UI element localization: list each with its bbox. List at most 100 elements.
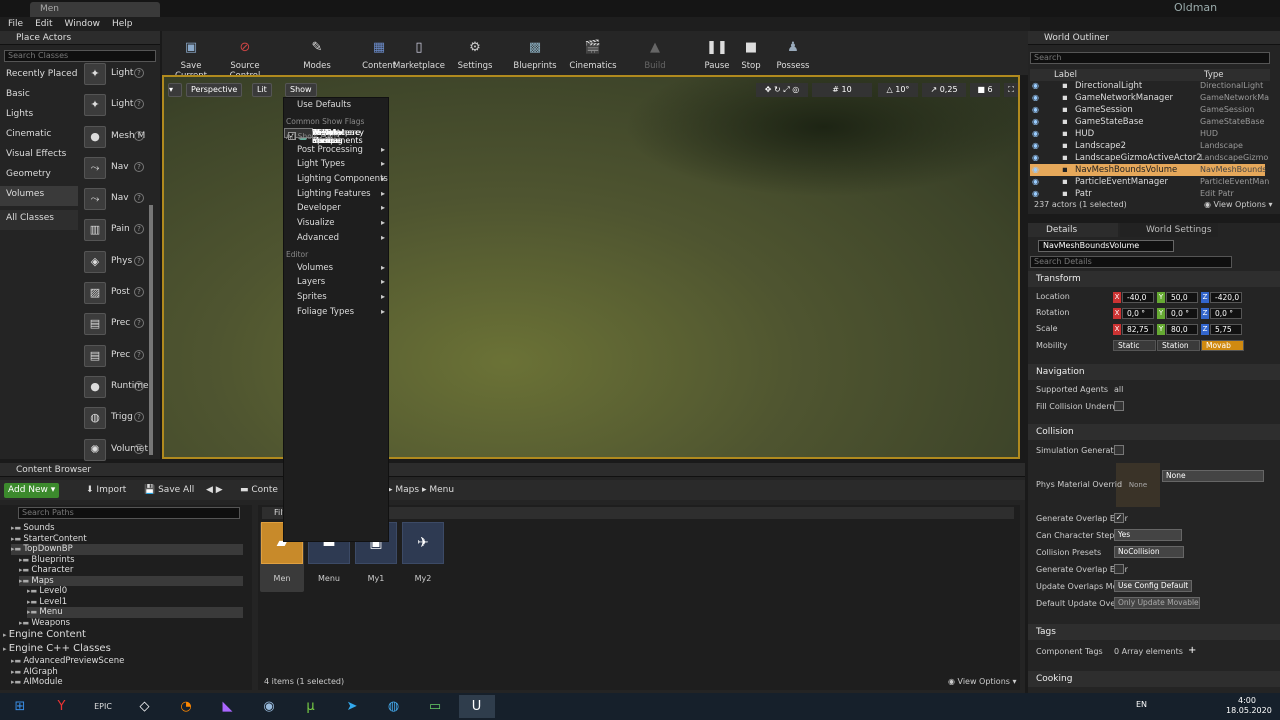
tree-folder[interactable]: ▸▬ Character <box>19 565 243 576</box>
submenu-post-processing[interactable]: Post Processing ▸ <box>284 143 388 158</box>
scl-y-field[interactable]: 80,0 <box>1166 324 1198 335</box>
epic-icon[interactable]: EPIC <box>85 695 121 718</box>
clock-time[interactable]: 4:00 <box>1238 696 1256 705</box>
phys-material-dropdown[interactable]: None <box>1162 470 1264 482</box>
help-icon[interactable]: ? <box>134 287 144 298</box>
tree-folder[interactable]: ▸▬ AdvancedPreviewScene <box>11 656 243 667</box>
outliner-row[interactable]: ◉ ▪ LandscapeGizmoActiveActor2 LandscapeGiz… <box>1030 152 1268 164</box>
visibility-eye-icon[interactable]: ◉ <box>1032 176 1039 188</box>
help-icon[interactable]: ? <box>134 255 144 266</box>
tab-details[interactable]: Details <box>1028 223 1118 237</box>
maximize-viewport-button[interactable]: ⛶ <box>1004 83 1018 97</box>
visibility-eye-icon[interactable]: ◉ <box>1032 140 1039 152</box>
help-icon[interactable]: ? <box>134 412 144 423</box>
unreal-icon[interactable]: U <box>458 695 495 718</box>
lit-button[interactable]: Lit <box>252 83 272 97</box>
actor-item[interactable]: ⤳ Nav? <box>80 183 152 214</box>
add-tag-icon[interactable]: + <box>1188 645 1196 656</box>
help-icon[interactable]: ? <box>134 130 144 141</box>
import-button[interactable]: ⬇ Import <box>82 483 130 498</box>
scale-snap[interactable]: ↗ 0,25 <box>922 83 966 97</box>
grid-size[interactable]: 10 <box>842 85 852 94</box>
actor-item[interactable]: ▤ Prec? <box>80 308 152 339</box>
actor-item[interactable]: ● Mesh M? <box>80 121 152 152</box>
submenu-developer[interactable]: Developer ▸ <box>284 201 388 216</box>
submenu-foliage-types[interactable]: Foliage Types ▸ <box>284 305 388 320</box>
help-icon[interactable]: ? <box>134 380 144 391</box>
generate-overlap-2-checkbox[interactable] <box>1114 564 1124 574</box>
outliner-row[interactable]: ◉ ▪ NavMeshBoundsVolume NavMeshBounds <box>1030 164 1266 176</box>
category-basic[interactable]: Basic <box>0 86 78 106</box>
section-cooking[interactable]: Cooking <box>1028 671 1280 687</box>
simulation-generates-checkbox[interactable] <box>1114 445 1124 455</box>
outliner-row[interactable]: ◉ ▪ GameNetworkManager GameNetworkMa <box>1030 92 1269 104</box>
language-indicator[interactable]: EN <box>1136 700 1147 709</box>
actor-item[interactable]: ▨ Post? <box>80 277 152 308</box>
actor-item[interactable]: ⤳ Nav? <box>80 152 152 183</box>
tree-folder[interactable]: ▸▬ AIGraph <box>11 667 243 678</box>
history-arrows[interactable]: ◀ ▶ <box>202 483 227 498</box>
show-button[interactable]: Show <box>285 83 317 97</box>
help-icon[interactable]: ? <box>134 224 144 235</box>
cinematics-button[interactable]: 🎬 Cinematics <box>566 34 620 71</box>
viewport-options-button[interactable]: ▾ <box>168 83 182 97</box>
perspective-button[interactable]: Perspective <box>186 83 243 97</box>
rotation-snap-value[interactable]: 10° <box>895 85 909 94</box>
collision-presets-dropdown[interactable]: NoCollision <box>1114 546 1184 558</box>
submenu-advanced[interactable]: Advanced ▸ <box>284 231 388 246</box>
help-icon[interactable]: ? <box>134 99 144 110</box>
search-details-input[interactable]: Search Details <box>1030 256 1232 268</box>
category-visual-effects[interactable]: Visual Effects <box>0 146 78 166</box>
rot-x-field[interactable]: 0,0 ° <box>1122 308 1154 319</box>
mobility-movab[interactable]: Movab <box>1201 340 1244 351</box>
telegram-icon[interactable]: ➤ <box>334 695 370 718</box>
rot-z-field[interactable]: 0,0 ° <box>1210 308 1242 319</box>
section-collision[interactable]: Collision <box>1028 424 1280 440</box>
scale-snap-value[interactable]: 0,25 <box>940 85 958 94</box>
add-new-button[interactable]: Add New ▾ <box>4 483 60 498</box>
tree-folder[interactable]: ▸▬ StarterContent <box>11 534 243 545</box>
phys-material-thumbnail[interactable]: None <box>1116 463 1160 507</box>
source-control-button[interactable]: ⊘ Source Control <box>218 34 272 81</box>
grid-snap[interactable]: # 10 <box>812 83 872 97</box>
submenu-lighting-features[interactable]: Lighting Features ▸ <box>284 187 388 202</box>
actor-item[interactable]: ▥ Pain? <box>80 214 152 245</box>
actor-item[interactable]: ✦ Light? <box>80 89 152 120</box>
steam-icon[interactable]: ◉ <box>251 695 287 718</box>
menu-edit[interactable]: Edit <box>35 19 52 29</box>
camera-speed-value[interactable]: 6 <box>988 85 993 94</box>
build-button[interactable]: ▲ Build <box>628 34 682 71</box>
category-volumes[interactable]: Volumes <box>0 186 78 206</box>
tree-folder[interactable]: ▸ Engine C++ Classes <box>3 642 243 656</box>
clock-date[interactable]: 18.05.2020 <box>1226 706 1272 715</box>
outliner-row[interactable]: ◉ ▪ GameStateBase GameStateBase <box>1030 116 1265 128</box>
category-recently-placed[interactable]: Recently Placed <box>0 66 78 86</box>
asset-view-options[interactable]: ◉ View Options ▾ <box>948 677 1017 686</box>
tab-world-settings[interactable]: World Settings <box>1120 223 1218 237</box>
tree-folder[interactable]: ▸▬ Level0 <box>27 586 243 597</box>
chrome-icon[interactable]: ◍ <box>376 695 412 718</box>
menu-help[interactable]: Help <box>112 19 133 29</box>
tree-folder[interactable]: ▸▬ TopDownBP <box>11 544 243 555</box>
fill-collision-checkbox[interactable] <box>1114 401 1124 411</box>
visualstudio-icon[interactable]: ◣ <box>210 695 246 718</box>
visibility-eye-icon[interactable]: ◉ <box>1032 164 1039 176</box>
path-maps[interactable]: ▸ Maps ▸ Menu <box>384 483 458 498</box>
items-scrollbar[interactable] <box>149 205 153 455</box>
rot-y-field[interactable]: 0,0 ° <box>1166 308 1198 319</box>
outliner-row[interactable]: ◉ ▪ GameSession GameSession <box>1030 104 1265 116</box>
help-icon[interactable]: ? <box>134 443 144 454</box>
visibility-eye-icon[interactable]: ◉ <box>1032 80 1039 92</box>
default-update-dropdown[interactable]: Only Update Movable <box>1114 597 1200 609</box>
submenu-layers[interactable]: Layers ▸ <box>284 275 388 290</box>
tree-folder[interactable]: ▸ Engine Content <box>3 628 243 642</box>
help-icon[interactable]: ? <box>134 318 144 329</box>
actor-item[interactable]: ◈ Phys? <box>80 246 152 277</box>
outliner-view-options[interactable]: ◉ View Options ▾ <box>1204 200 1273 209</box>
tree-folder[interactable]: ▸▬ Level1 <box>27 597 243 608</box>
update-overlaps-dropdown[interactable]: Use Config Default <box>1114 580 1192 592</box>
loc-x-field[interactable]: -40,0 <box>1122 292 1154 303</box>
submenu-volumes[interactable]: Volumes ▸ <box>284 261 388 276</box>
scl-z-field[interactable]: 5,75 <box>1210 324 1242 335</box>
outliner-row[interactable]: ◉ ▪ ParticleEventManager ParticleEventMan <box>1030 176 1269 188</box>
